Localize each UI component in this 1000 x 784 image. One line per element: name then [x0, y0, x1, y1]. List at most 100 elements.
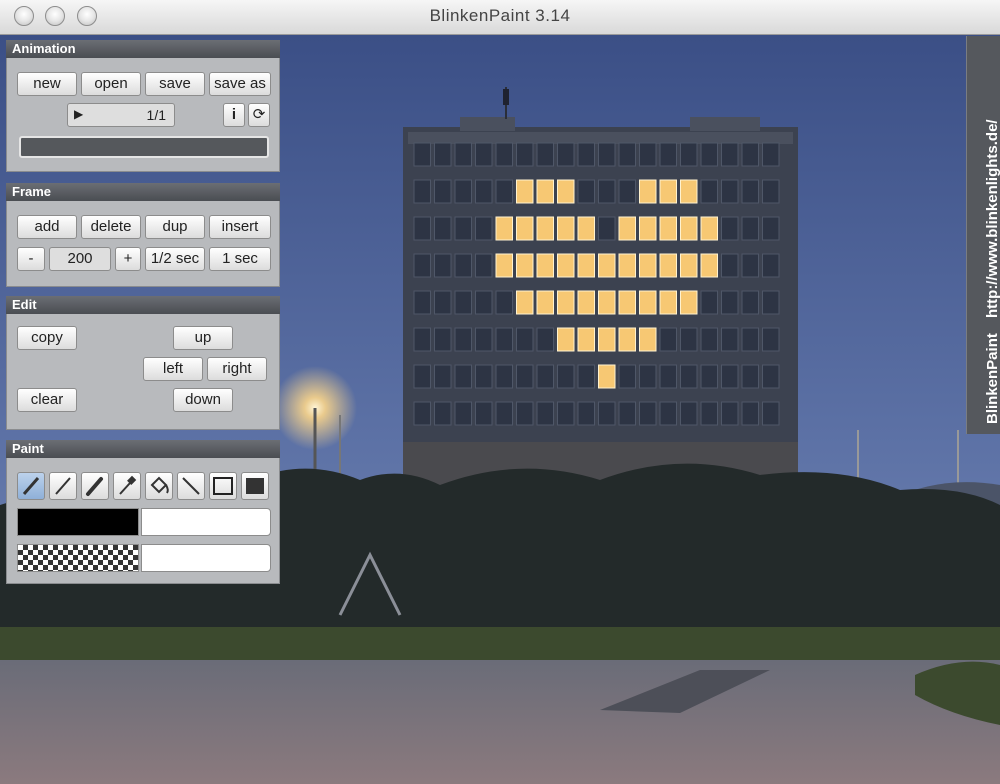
window-dark [680, 401, 698, 426]
window-dark [495, 290, 513, 315]
frame-panel: Frame add delete dup insert - 200 + 1/2 … [6, 183, 280, 287]
window-dark [598, 142, 616, 167]
window-dark [577, 364, 595, 389]
duplicate-frame-button[interactable]: dup [145, 215, 205, 239]
window-dark [577, 142, 595, 167]
window-dark [495, 142, 513, 167]
window-dark [413, 401, 431, 426]
window-lit [680, 179, 698, 204]
window-lit [618, 290, 636, 315]
half-second-button[interactable]: 1/2 sec [145, 247, 205, 271]
blinkenlights-url[interactable]: http://www.blinkenlights.de/ [984, 119, 1000, 318]
window-lit [536, 216, 554, 241]
window-dark [741, 179, 759, 204]
paint-header: Paint [6, 440, 280, 458]
window-lit [577, 327, 595, 352]
paint-body [6, 458, 280, 584]
window-dark [454, 179, 472, 204]
copy-button[interactable]: copy [17, 326, 77, 350]
save-as-button[interactable]: save as [209, 72, 271, 96]
window-dark [516, 364, 534, 389]
window-dark [618, 142, 636, 167]
building-roof [408, 132, 793, 144]
window-dark [700, 290, 718, 315]
open-button[interactable]: open [81, 72, 141, 96]
line-tool[interactable] [177, 472, 205, 500]
window-dark [413, 253, 431, 278]
shift-right-button[interactable]: right [207, 357, 267, 381]
save-button[interactable]: save [145, 72, 205, 96]
pencil-icon [55, 477, 71, 495]
window-dark [680, 142, 698, 167]
eyedropper-tool[interactable] [113, 472, 141, 500]
one-second-button[interactable]: 1 sec [209, 247, 271, 271]
window-dark [454, 142, 472, 167]
rectangle-tool[interactable] [209, 472, 237, 500]
new-button[interactable]: new [17, 72, 77, 96]
background-color-swatch[interactable] [141, 508, 271, 536]
duration-field[interactable]: 200 [49, 247, 111, 271]
window-dark [680, 364, 698, 389]
brush-tool[interactable] [81, 472, 109, 500]
window-lit [639, 253, 657, 278]
delete-frame-button[interactable]: delete [81, 215, 141, 239]
animation-body: new open save save as ▶ 1/1 i ⟳ [6, 58, 280, 172]
window-lit [516, 216, 534, 241]
frame-body: add delete dup insert - 200 + 1/2 sec 1 … [6, 201, 280, 287]
window-lit [639, 327, 657, 352]
window-dark [475, 142, 493, 167]
window-dark [434, 327, 452, 352]
window-lit [680, 253, 698, 278]
loop-button[interactable]: ⟳ [248, 103, 270, 127]
window-dark [700, 401, 718, 426]
play-icon[interactable]: ▶ [74, 107, 83, 121]
window-dark [434, 253, 452, 278]
fill-tool[interactable] [145, 472, 173, 500]
window-lit [618, 216, 636, 241]
window-dark [618, 179, 636, 204]
app-window: BlinkenPaint 3.14 http://www.blinkenligh… [0, 0, 1000, 784]
frame-slider[interactable]: ▶ 1/1 [67, 103, 175, 127]
white-color-swatch[interactable] [141, 544, 271, 572]
shift-down-button[interactable]: down [173, 388, 233, 412]
window-lit [598, 253, 616, 278]
window-dark [598, 216, 616, 241]
transparent-color-swatch[interactable] [17, 544, 139, 572]
filled-rectangle-tool[interactable] [241, 472, 269, 500]
paint-panel: Paint [6, 440, 280, 584]
loop-icon: ⟳ [252, 106, 266, 123]
window-lit [598, 290, 616, 315]
window-lit [618, 253, 636, 278]
add-frame-button[interactable]: add [17, 215, 77, 239]
window-lit [495, 253, 513, 278]
side-tab-text: http://www.blinkenlights.de/ BlinkenPain… [967, 36, 1000, 434]
window-dark [741, 290, 759, 315]
window-dark [721, 216, 739, 241]
window-dark [557, 142, 575, 167]
window-lit [536, 290, 554, 315]
clear-button[interactable]: clear [17, 388, 77, 412]
window-dark [516, 142, 534, 167]
decrease-duration-button[interactable]: - [17, 247, 45, 271]
window-lit [659, 216, 677, 241]
window-dark [741, 364, 759, 389]
info-button[interactable]: i [223, 103, 245, 127]
window-dark [475, 290, 493, 315]
window-dark [475, 179, 493, 204]
fill-bucket-icon [150, 476, 169, 494]
shift-up-button[interactable]: up [173, 326, 233, 350]
increase-duration-button[interactable]: + [115, 247, 141, 271]
window-dark [741, 216, 759, 241]
window-dark [516, 401, 534, 426]
flag [503, 89, 509, 105]
window-lit [680, 290, 698, 315]
shift-left-button[interactable]: left [143, 357, 203, 381]
window-dark [659, 364, 677, 389]
window-lit [577, 216, 595, 241]
window-dark [618, 401, 636, 426]
insert-frame-button[interactable]: insert [209, 215, 271, 239]
pen-tool[interactable] [17, 472, 45, 500]
foreground-color-swatch[interactable] [17, 508, 139, 536]
window-dark [495, 327, 513, 352]
pencil-tool[interactable] [49, 472, 77, 500]
